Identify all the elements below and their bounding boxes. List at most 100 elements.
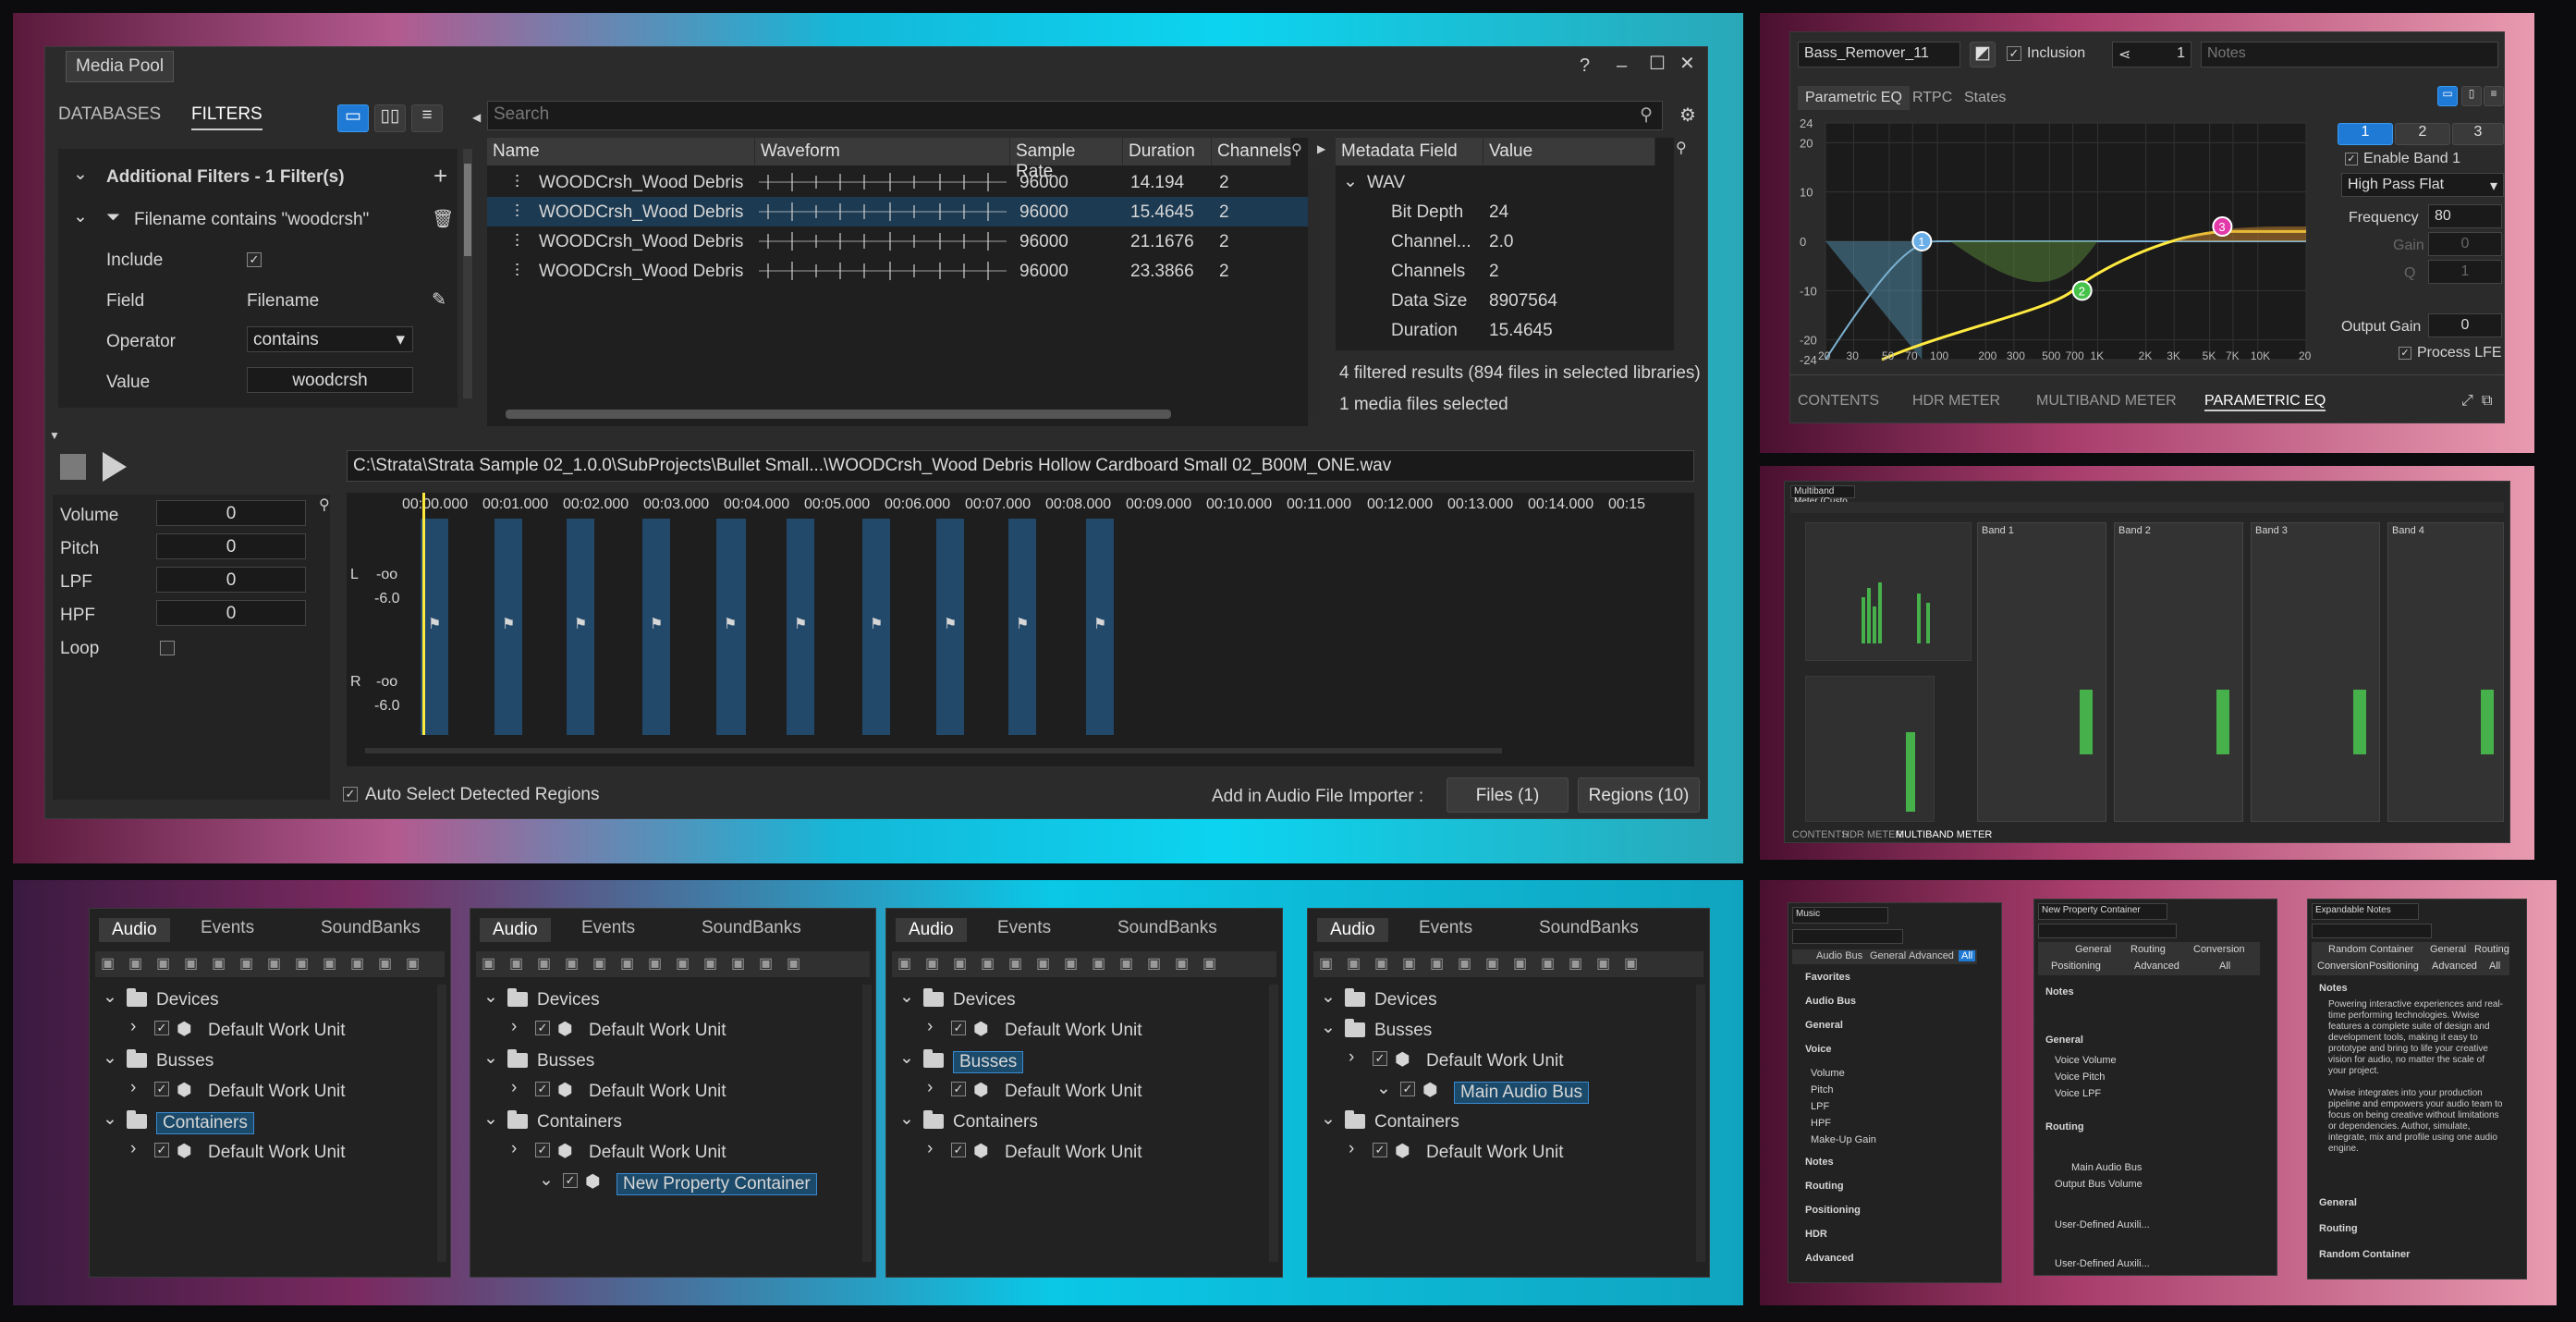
tree-item[interactable]: Containers (156, 1112, 254, 1134)
chevron-down-icon[interactable]: ⌄ (73, 164, 88, 185)
toolbar-button-icon[interactable]: ▣ (1036, 955, 1050, 973)
tree-item[interactable]: Default Work Unit (1005, 1021, 1142, 1041)
toolbar-button-icon[interactable]: ▣ (295, 955, 309, 973)
section-general[interactable]: General (2319, 1197, 2357, 1208)
band-1-button[interactable]: 1 (2338, 123, 2393, 145)
tree-item[interactable]: Busses (1374, 1021, 1432, 1041)
tree-item[interactable]: Default Work Unit (589, 1082, 726, 1102)
tab-all[interactable]: All (2219, 961, 2230, 972)
toolbar-button-icon[interactable]: ▣ (267, 955, 281, 973)
chevron-down-icon[interactable]: ⌄ (1343, 171, 1358, 192)
toolbar-button-icon[interactable]: ▣ (1064, 955, 1078, 973)
tree-scrollbar[interactable] (862, 985, 872, 1262)
region-track[interactable]: ⚑ ⚑ ⚑ ⚑ ⚑ ⚑ ⚑ ⚑ ⚑ ⚑ (421, 519, 1659, 735)
pitch-input[interactable]: 0 (156, 533, 306, 559)
layout-split-button[interactable]: ▯▯ (374, 104, 406, 132)
expand-chevron-icon[interactable]: › (130, 1017, 136, 1037)
expand-chevron-icon[interactable]: ⌄ (483, 1108, 498, 1130)
toolbar-button-icon[interactable]: ▣ (1092, 955, 1105, 973)
tab-positioning[interactable]: Positioning (2369, 961, 2419, 972)
expand-chevron-icon[interactable]: ⌄ (1321, 1108, 1336, 1130)
output-gain-input[interactable]: 0 (2428, 313, 2502, 337)
toolbar-button-icon[interactable]: ▣ (537, 955, 551, 973)
toolbar-button-icon[interactable]: ▣ (1319, 955, 1333, 973)
tab-soundbanks[interactable]: SoundBanks (1539, 918, 1639, 938)
toolbar-button-icon[interactable]: ▣ (128, 955, 142, 973)
region-marker-icon[interactable]: ⚑ (428, 615, 441, 633)
region-marker-icon[interactable]: ⚑ (724, 615, 737, 633)
search-input[interactable] (2038, 924, 2177, 938)
object-name-input[interactable]: New Property Container (2038, 903, 2167, 920)
toolbar-button-icon[interactable]: ▣ (953, 955, 967, 973)
expand-chevron-icon[interactable]: ⌄ (103, 986, 117, 1008)
inclusion-checkbox[interactable]: ✓ (535, 1082, 550, 1096)
detected-region[interactable]: ⚑ (787, 519, 814, 735)
expand-chevron-icon[interactable]: ⌄ (483, 986, 498, 1008)
volume-input[interactable]: 0 (156, 500, 306, 526)
toolbar-button-icon[interactable]: ▣ (1147, 955, 1161, 973)
gear-icon[interactable]: ⚙ (1679, 106, 1696, 125)
toolbar-button-icon[interactable]: ▣ (620, 955, 634, 973)
toolbar-button-icon[interactable]: ▣ (1569, 955, 1582, 973)
tab-events[interactable]: Events (997, 918, 1051, 938)
section-header[interactable]: Voice (1805, 1044, 1832, 1055)
trash-icon[interactable]: 🗑 (432, 208, 454, 230)
tree-item[interactable]: Devices (953, 990, 1016, 1010)
tab-random-container[interactable]: Random Container (2328, 944, 2413, 955)
expand-chevron-icon[interactable]: ⌄ (483, 1047, 498, 1069)
toolbar-button-icon[interactable]: ▣ (1541, 955, 1555, 973)
playhead[interactable] (422, 493, 425, 735)
toolbar-button-icon[interactable]: ▣ (1513, 955, 1527, 973)
process-lfe-checkbox[interactable]: ✓ (2399, 347, 2411, 360)
region-marker-icon[interactable]: ⚑ (650, 615, 663, 633)
detected-region[interactable]: ⚑ (642, 519, 670, 735)
layout-rows-button[interactable]: ≡ (411, 104, 443, 132)
tree-item[interactable]: Containers (953, 1112, 1038, 1132)
filter-type-select[interactable]: High Pass Flat ▾ (2341, 173, 2504, 197)
tab-events[interactable]: Events (201, 918, 254, 938)
toolbar-button-icon[interactable]: ▣ (925, 955, 939, 973)
inclusion-checkbox[interactable]: ✓ (951, 1021, 966, 1035)
tab-general[interactable]: General (1870, 950, 1906, 961)
tab-routing[interactable]: Routing (2130, 944, 2166, 955)
value-input[interactable]: woodcrsh (247, 367, 413, 393)
section-header[interactable]: Notes (1805, 1157, 1834, 1168)
detected-region[interactable]: ⚑ (494, 519, 522, 735)
tree-item[interactable]: Busses (537, 1051, 594, 1071)
layout-rows-button[interactable]: ≡ (2484, 86, 2504, 106)
filter-scrollbar[interactable] (463, 149, 472, 398)
toolbar-button-icon[interactable]: ▣ (731, 955, 745, 973)
toolbar-button-icon[interactable]: ▣ (759, 955, 773, 973)
detected-region[interactable]: ⚑ (936, 519, 964, 735)
tab-audio[interactable]: Audio (480, 918, 551, 942)
search-icon[interactable]: ⚲ (319, 496, 330, 515)
timeline-ruler[interactable]: 00:00.000 00:01.000 00:02.000 00:03.000 00:0… (402, 496, 1659, 517)
edit-icon[interactable]: ✎ (432, 289, 446, 311)
detected-region[interactable]: ⚑ (862, 519, 890, 735)
toolbar-button-icon[interactable]: ▣ (1596, 955, 1610, 973)
gain-input[interactable]: 0 (2428, 232, 2502, 256)
tab-hdr-meter[interactable]: HDR METER (1842, 829, 1902, 840)
section-header[interactable]: Audio Bus (1805, 996, 1856, 1007)
section-routing[interactable]: Routing (2045, 1121, 2084, 1132)
tree-item[interactable]: Busses (156, 1051, 214, 1071)
inclusion-checkbox[interactable]: ✓ (535, 1021, 550, 1035)
toolbar-button-icon[interactable]: ▣ (1119, 955, 1133, 973)
tab-advanced[interactable]: Advanced (2134, 961, 2179, 972)
tree-item[interactable]: Default Work Unit (1005, 1082, 1142, 1102)
tab-all[interactable]: All (1959, 950, 1976, 961)
toolbar-button-icon[interactable]: ▣ (509, 955, 523, 973)
tab-databases[interactable]: DATABASES (58, 104, 161, 125)
tab-events[interactable]: Events (1419, 918, 1472, 938)
chevron-down-icon[interactable]: ⌄ (73, 206, 88, 227)
tree-item[interactable]: Devices (156, 990, 219, 1010)
tab-states[interactable]: States (1964, 90, 2006, 106)
toolbar-button-icon[interactable]: ▣ (323, 955, 336, 973)
tab-soundbanks[interactable]: SoundBanks (321, 918, 421, 938)
col-duration[interactable]: Duration (1123, 138, 1212, 165)
add-filter-icon[interactable]: + (433, 162, 447, 190)
region-marker-icon[interactable]: ⚑ (944, 615, 957, 633)
search-input[interactable] (2312, 924, 2432, 938)
file-path[interactable]: C:\Strata\Strata Sample 02_1.0.0\SubProj… (347, 450, 1694, 482)
tab-general[interactable]: General (2430, 944, 2466, 955)
